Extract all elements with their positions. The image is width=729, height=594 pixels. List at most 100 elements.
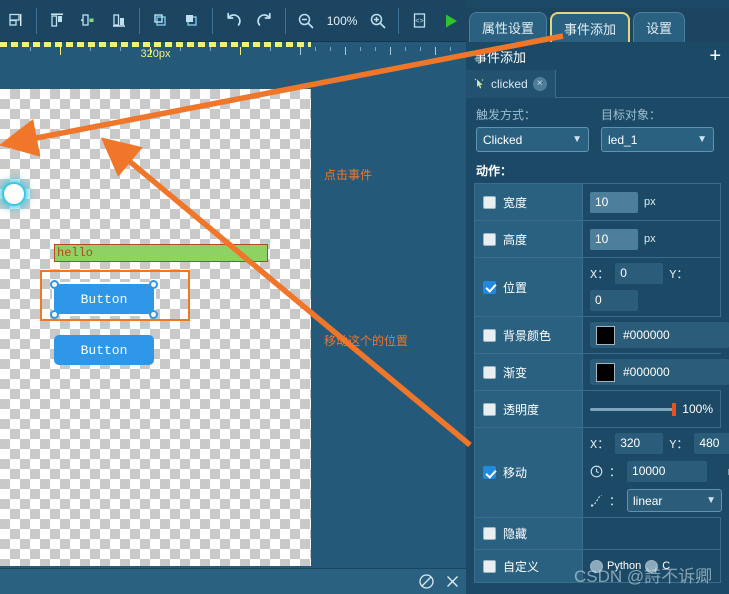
radio-python[interactable] bbox=[590, 559, 603, 573]
align-bottom-edge-icon[interactable] bbox=[105, 6, 134, 36]
led-widget[interactable] bbox=[2, 182, 26, 206]
position-x-input[interactable]: 0 bbox=[615, 263, 664, 284]
width-unit: px bbox=[644, 196, 656, 208]
slider-track[interactable] bbox=[590, 402, 677, 416]
svg-text:<>: <> bbox=[416, 18, 424, 26]
action-row-custom: 自定义 Python C bbox=[475, 550, 720, 582]
checkbox-width[interactable] bbox=[483, 195, 496, 209]
button-widget-selected[interactable]: Button bbox=[52, 282, 156, 316]
background-color-picker[interactable]: #000000 bbox=[590, 322, 729, 348]
align-center-horizontal-icon[interactable] bbox=[74, 6, 103, 36]
trigger-label: 触发方式： bbox=[476, 108, 537, 122]
zoom-in-icon[interactable] bbox=[363, 6, 392, 36]
editor-area: 100% <> 320px hello Button Button bbox=[0, 0, 466, 594]
zoom-level-label: 100% bbox=[326, 13, 358, 28]
panel-tabstrip: 属性设置 事件添加 设置 bbox=[466, 8, 729, 42]
checkbox-move[interactable] bbox=[483, 466, 496, 479]
right-panel: 属性设置 事件添加 设置 事件添加 + clicked × 触发方式： Clic… bbox=[466, 0, 729, 594]
event-tab-label: clicked bbox=[491, 76, 528, 91]
canvas-viewport[interactable]: hello Button Button bbox=[0, 64, 466, 568]
toolbar-separator bbox=[398, 7, 400, 34]
checkbox-custom[interactable] bbox=[483, 559, 496, 573]
resize-handle-top-left[interactable] bbox=[50, 280, 59, 289]
trigger-select[interactable]: Clicked ▼ bbox=[476, 127, 589, 152]
annotation-click-event: 点击事件 bbox=[324, 168, 373, 182]
checkbox-gradient[interactable] bbox=[483, 365, 496, 379]
action-name: 背景颜色 bbox=[503, 328, 552, 343]
checkbox-opacity[interactable] bbox=[483, 402, 496, 416]
ruler-tick bbox=[420, 47, 421, 51]
event-form: 触发方式： Clicked ▼ 目标对象： led_1 ▼ 动作： 宽度 10 … bbox=[466, 98, 729, 583]
code-icon[interactable]: <> bbox=[405, 6, 434, 36]
checkbox-hide[interactable] bbox=[483, 527, 496, 540]
opacity-slider[interactable]: 100% bbox=[590, 402, 713, 416]
width-input[interactable]: 10 bbox=[590, 191, 638, 213]
radio-c[interactable] bbox=[645, 559, 659, 573]
radio-c-label: C bbox=[662, 560, 671, 572]
easing-select[interactable]: linear ▼ bbox=[627, 489, 723, 512]
action-value-cell: Python C bbox=[583, 550, 720, 582]
tab-event-add[interactable]: 事件添加 bbox=[550, 12, 631, 42]
send-to-back-icon[interactable] bbox=[177, 6, 206, 36]
action-name: 宽度 bbox=[503, 195, 528, 210]
tab-settings[interactable]: 设置 bbox=[633, 12, 686, 42]
run-icon[interactable] bbox=[436, 6, 465, 36]
easing-value: linear bbox=[633, 493, 663, 508]
checkbox-position[interactable] bbox=[483, 280, 496, 294]
action-value-cell bbox=[583, 518, 720, 549]
align-top-distribute-icon[interactable] bbox=[43, 6, 72, 36]
slider-knob[interactable] bbox=[672, 402, 677, 416]
event-tab-clicked[interactable]: clicked × bbox=[466, 69, 556, 98]
action-label-cell: 位置 bbox=[475, 258, 583, 316]
target-value: led_1 bbox=[608, 132, 638, 147]
duration-colon: ： bbox=[609, 466, 622, 480]
align-bottom-icon[interactable] bbox=[1, 6, 30, 36]
action-label-cell: 宽度 bbox=[475, 184, 583, 220]
height-input[interactable]: 10 bbox=[590, 228, 638, 250]
checkbox-height[interactable] bbox=[483, 232, 496, 246]
ruler-tick bbox=[315, 47, 316, 51]
ruler-tick bbox=[450, 47, 451, 51]
action-value-cell: #000000 bbox=[583, 317, 729, 353]
trigger-target-row: 触发方式： Clicked ▼ 目标对象： led_1 ▼ bbox=[466, 98, 729, 152]
move-x-label: X： bbox=[590, 438, 610, 452]
target-field: 目标对象： led_1 ▼ bbox=[601, 106, 714, 152]
color-swatch[interactable] bbox=[596, 362, 615, 382]
redo-icon[interactable] bbox=[250, 6, 279, 36]
resize-handle-bottom-right[interactable] bbox=[149, 310, 158, 319]
ruler-active-segment bbox=[0, 42, 311, 47]
resize-handle-bottom-left[interactable] bbox=[50, 310, 59, 319]
background-color-hex: #000000 bbox=[623, 328, 670, 342]
hello-label-widget[interactable]: hello bbox=[54, 244, 268, 262]
bring-to-front-icon[interactable] bbox=[146, 6, 175, 36]
horizontal-ruler: 320px bbox=[0, 42, 466, 64]
position-y-label: Y： bbox=[669, 268, 689, 282]
color-swatch[interactable] bbox=[596, 325, 615, 345]
height-unit: px bbox=[644, 233, 656, 245]
action-label-cell: 高度 bbox=[475, 221, 583, 257]
add-event-button[interactable]: + bbox=[709, 46, 721, 66]
button-widget[interactable]: Button bbox=[54, 335, 154, 365]
action-value-cell: 100% bbox=[583, 391, 720, 427]
event-tab-close-icon[interactable]: × bbox=[532, 76, 547, 91]
position-y-input[interactable]: 0 bbox=[590, 290, 638, 311]
action-row-opacity: 透明度 100% bbox=[475, 391, 720, 428]
resize-handle-top-right[interactable] bbox=[149, 280, 158, 289]
zoom-out-icon[interactable] bbox=[292, 6, 321, 36]
action-label-cell: 隐藏 bbox=[475, 518, 583, 549]
checkbox-background-color[interactable] bbox=[483, 328, 496, 342]
move-x-input[interactable]: 320 bbox=[615, 433, 664, 454]
no-entry-icon[interactable] bbox=[418, 573, 435, 590]
undo-icon[interactable] bbox=[219, 6, 248, 36]
tab-properties[interactable]: 属性设置 bbox=[469, 12, 548, 42]
chevron-down-icon: ▼ bbox=[706, 495, 717, 506]
move-duration-input[interactable]: 10000 bbox=[627, 461, 708, 482]
design-canvas[interactable]: hello Button Button bbox=[0, 89, 311, 566]
gradient-color-picker[interactable]: #000000 bbox=[590, 359, 729, 385]
move-y-input[interactable]: 480 bbox=[694, 433, 729, 454]
chevron-down-icon: ▼ bbox=[697, 134, 707, 145]
close-icon[interactable] bbox=[445, 574, 460, 589]
toolbar-separator bbox=[212, 7, 214, 34]
move-xy-line: X： 320 Y： 480 bbox=[590, 433, 729, 454]
target-select[interactable]: led_1 ▼ bbox=[601, 127, 714, 152]
